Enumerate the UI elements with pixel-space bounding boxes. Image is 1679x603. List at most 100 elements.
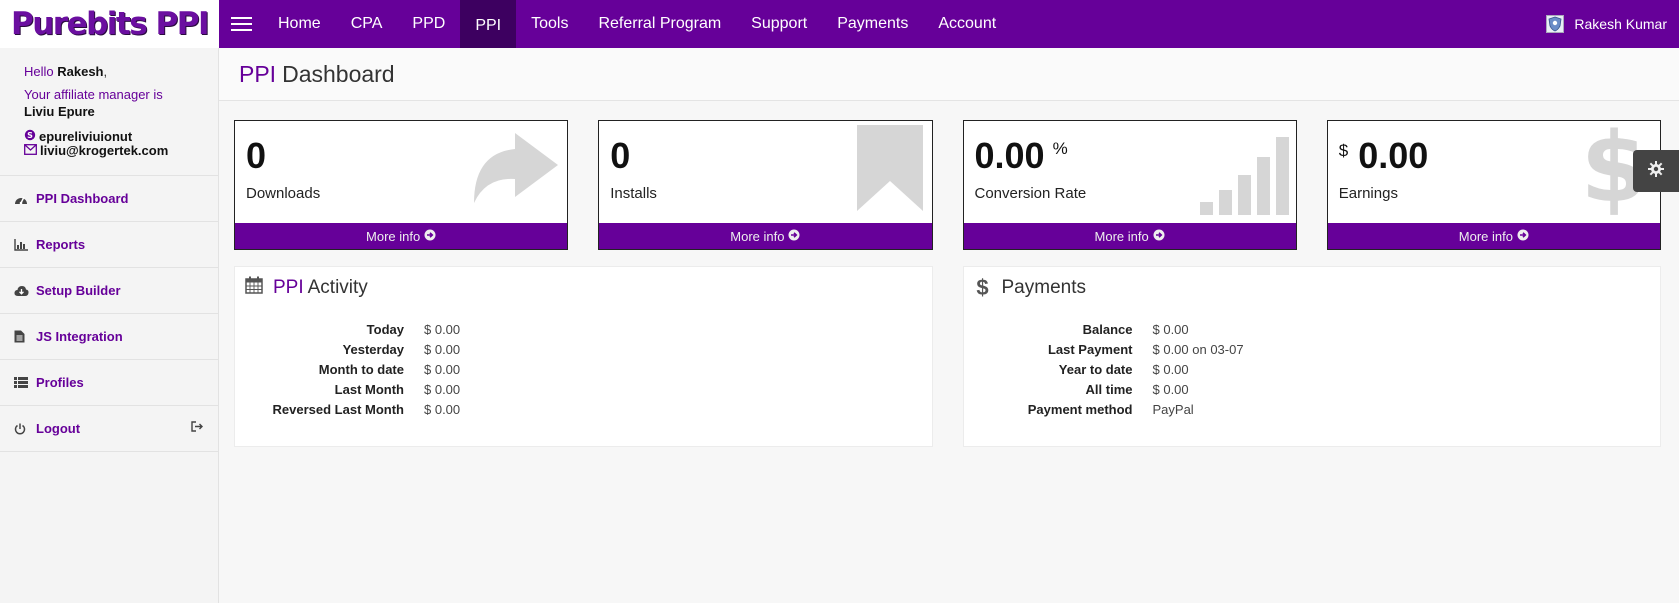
skype-contact[interactable]: S epureliviuionut bbox=[24, 129, 218, 144]
payments-row: All time $ 0.00 bbox=[964, 379, 1661, 399]
brand-logo[interactable]: Purebits PPI bbox=[0, 0, 219, 48]
signal-bars-icon bbox=[1198, 135, 1290, 222]
more-info-label: More info bbox=[730, 228, 785, 244]
svg-text:S: S bbox=[27, 131, 33, 140]
sidebar-item-ppi-dashboard[interactable]: PPI Dashboard bbox=[0, 176, 218, 222]
arrow-circle-right-icon bbox=[1153, 229, 1165, 244]
payments-row: Balance $ 0.00 bbox=[964, 319, 1661, 339]
dollar-icon: $ bbox=[976, 275, 989, 300]
row-value: $ 0.00 bbox=[424, 361, 461, 377]
nav-cpa[interactable]: CPA bbox=[336, 0, 398, 48]
conversion-rate-value: 0.00% bbox=[975, 135, 1068, 177]
activity-row: Yesterday $ 0.00 bbox=[235, 339, 932, 359]
file-text-icon bbox=[14, 330, 36, 343]
gear-icon bbox=[1648, 160, 1664, 182]
email-address: liviu@krogertek.com bbox=[40, 143, 169, 158]
row-label: Reversed Last Month bbox=[272, 401, 404, 417]
earnings-value: $0.00 bbox=[1339, 135, 1429, 177]
more-info-label: More info bbox=[1094, 228, 1149, 244]
share-arrow-icon bbox=[466, 125, 561, 212]
dollar-sign: $ bbox=[1338, 141, 1349, 160]
manager-label: Your affiliate manager is bbox=[24, 87, 163, 102]
row-label: Last Payment bbox=[1047, 341, 1133, 357]
row-label: Last Month bbox=[334, 381, 404, 397]
power-icon bbox=[14, 423, 36, 435]
sidebar-item-setup-builder[interactable]: Setup Builder bbox=[0, 268, 218, 314]
activity-title: PPI Activity bbox=[235, 267, 932, 309]
row-value: $ 0.00 bbox=[424, 401, 461, 417]
row-value: $ 0.00 bbox=[1152, 381, 1189, 397]
downloads-more-info-link[interactable]: More info bbox=[235, 223, 568, 249]
downloads-card: 0 Downloads More info bbox=[234, 120, 569, 250]
downloads-value: 0 bbox=[246, 135, 267, 176]
payments-title: $ Payments bbox=[964, 267, 1661, 309]
row-value: $ 0.00 bbox=[424, 341, 461, 357]
activity-rows: Today $ 0.00 Yesterday $ 0.00 Month to dat… bbox=[235, 319, 932, 419]
nav-referral-program[interactable]: Referral Program bbox=[583, 0, 736, 48]
sign-out-icon bbox=[191, 420, 204, 435]
stat-cards: 0 Downloads More info 0 Installs More in… bbox=[234, 120, 1661, 250]
manager-name: Liviu Epure bbox=[24, 104, 95, 119]
more-info-label: More info bbox=[366, 228, 421, 244]
row-value: $ 0.00 on 03-07 bbox=[1152, 341, 1244, 357]
dashboard-icon bbox=[14, 193, 36, 205]
arrow-circle-right-icon bbox=[424, 229, 436, 244]
row-label: All time bbox=[1085, 381, 1133, 397]
row-label: Payment method bbox=[1027, 401, 1133, 417]
row-value: $ 0.00 bbox=[424, 321, 461, 337]
installs-more-info-link[interactable]: More info bbox=[599, 223, 932, 249]
nav-ppi[interactable]: PPI bbox=[460, 0, 517, 51]
activity-row: Last Month $ 0.00 bbox=[235, 379, 932, 399]
sidebar-item-reports[interactable]: Reports bbox=[0, 222, 218, 268]
summary-panels: PPI Activity Today $ 0.00 Yesterday $ 0.00… bbox=[234, 266, 1661, 447]
page-title-text: Dashboard bbox=[282, 60, 395, 87]
settings-toggle-button[interactable] bbox=[1633, 150, 1679, 192]
payments-title-text: Payments bbox=[1001, 277, 1086, 298]
sidebar-item-profiles[interactable]: Profiles bbox=[0, 360, 218, 406]
payments-panel: $ Payments Balance $ 0.00 Last Payment $ 0… bbox=[962, 266, 1661, 447]
calendar-icon bbox=[245, 276, 263, 300]
sidebar-item-label: Setup Builder bbox=[36, 283, 121, 298]
page-title-accent: PPI bbox=[239, 60, 277, 87]
email-contact[interactable]: liviu@krogertek.com bbox=[24, 144, 218, 158]
user-menu[interactable]: Rakesh Kumar bbox=[1546, 0, 1667, 48]
row-value: PayPal bbox=[1152, 401, 1194, 417]
sidebar-item-js-integration[interactable]: JS Integration bbox=[0, 314, 218, 360]
nav-payments[interactable]: Payments bbox=[822, 0, 923, 48]
activity-panel: PPI Activity Today $ 0.00 Yesterday $ 0.00… bbox=[234, 266, 933, 447]
conversion-rate-label: Conversion Rate bbox=[974, 185, 1087, 202]
row-label: Yesterday bbox=[342, 341, 404, 357]
nav-home[interactable]: Home bbox=[263, 0, 336, 48]
row-label: Today bbox=[366, 321, 404, 337]
row-value: $ 0.00 bbox=[1152, 321, 1189, 337]
bar-chart-icon bbox=[14, 238, 36, 251]
envelope-icon bbox=[24, 144, 37, 158]
nav-ppd[interactable]: PPD bbox=[397, 0, 460, 48]
earnings-number: 0.00 bbox=[1358, 135, 1429, 176]
affiliate-info: Hello Rakesh, Your affiliate manager is … bbox=[0, 48, 218, 158]
earnings-more-info-link[interactable]: More info bbox=[1327, 223, 1660, 249]
installs-value: 0 bbox=[610, 135, 631, 176]
earnings-card: $0.00 Earnings $ More info bbox=[1326, 120, 1661, 250]
row-value: $ 0.00 bbox=[424, 381, 461, 397]
activity-title-text: Activity bbox=[307, 277, 368, 298]
percent-sign: % bbox=[1052, 139, 1068, 158]
conversion-rate-more-info-link[interactable]: More info bbox=[963, 223, 1296, 249]
row-label: Balance bbox=[1082, 321, 1133, 337]
nav-support[interactable]: Support bbox=[736, 0, 822, 48]
more-info-label: More info bbox=[1458, 228, 1513, 244]
payments-row: Last Payment $ 0.00 on 03-07 bbox=[964, 339, 1661, 359]
sidebar-item-logout[interactable]: Logout bbox=[0, 406, 218, 452]
hamburger-menu-icon[interactable] bbox=[219, 0, 263, 48]
user-avatar-icon bbox=[1546, 15, 1565, 33]
nav-tools[interactable]: Tools bbox=[516, 0, 583, 48]
nav-account[interactable]: Account bbox=[923, 0, 1011, 48]
installs-label: Installs bbox=[610, 185, 657, 202]
user-first-name: Rakesh bbox=[57, 64, 104, 79]
payments-rows: Balance $ 0.00 Last Payment $ 0.00 on 03-0… bbox=[964, 319, 1661, 419]
greeting-comma: , bbox=[103, 64, 108, 79]
activity-row: Month to date $ 0.00 bbox=[235, 359, 932, 379]
activity-title-accent: PPI bbox=[273, 277, 304, 298]
main-content: PPI Dashboard 0 Downloads More info 0 In… bbox=[219, 48, 1679, 603]
skype-icon: S bbox=[24, 129, 36, 144]
